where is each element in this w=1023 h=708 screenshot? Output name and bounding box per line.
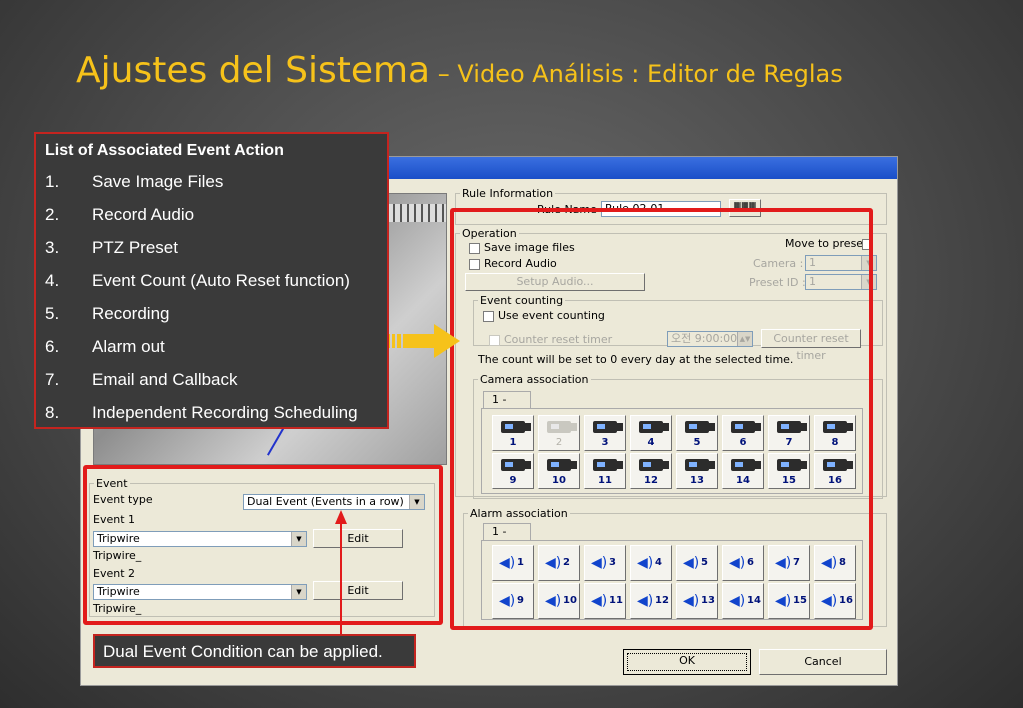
action-list-item-number: 8. bbox=[45, 403, 60, 422]
action-list-item-label: Independent Recording Scheduling bbox=[92, 403, 358, 422]
action-list-item-label: Record Audio bbox=[92, 205, 195, 224]
action-list-item: 2. Record Audio bbox=[45, 205, 194, 225]
action-list-item-number: 4. bbox=[45, 271, 60, 290]
action-list-item-label: PTZ Preset bbox=[92, 238, 178, 257]
dual-event-callout: Dual Event Condition can be applied. bbox=[93, 634, 416, 668]
action-list-item-label: Event Count (Auto Reset function) bbox=[92, 271, 350, 290]
action-list-item-number: 3. bbox=[45, 238, 60, 257]
slide-title-main: Ajustes del Sistema bbox=[76, 50, 431, 91]
slide-title-sub: – Video Análisis : Editor de Reglas bbox=[430, 60, 843, 88]
action-list-item-label: Alarm out bbox=[92, 337, 165, 356]
associated-event-action-list: List of Associated Event Action 1. Save I… bbox=[34, 132, 389, 429]
action-list-heading: List of Associated Event Action bbox=[45, 142, 284, 159]
arrow-right-icon bbox=[388, 324, 460, 358]
video-fence-detail bbox=[386, 204, 446, 222]
cancel-button[interactable]: Cancel bbox=[759, 649, 887, 675]
action-list-item-number: 6. bbox=[45, 337, 60, 356]
action-list-item-label: Recording bbox=[92, 304, 170, 323]
action-list-item: 7. Email and Callback bbox=[45, 370, 238, 390]
action-list-item-number: 2. bbox=[45, 205, 60, 224]
rule-information-legend: Rule Information bbox=[462, 187, 554, 200]
action-list-item: 8. Independent Recording Scheduling bbox=[45, 403, 358, 423]
action-list-item: 4. Event Count (Auto Reset function) bbox=[45, 271, 350, 291]
action-list-item-number: 7. bbox=[45, 370, 60, 389]
action-list-item-number: 5. bbox=[45, 304, 60, 323]
action-list-item: 6. Alarm out bbox=[45, 337, 165, 357]
arrow-up-icon bbox=[335, 510, 347, 638]
highlight-event bbox=[83, 465, 443, 625]
slide-title: Ajustes del Sistema – Video Análisis : E… bbox=[76, 50, 843, 91]
action-list-item: 1. Save Image Files bbox=[45, 172, 223, 192]
action-list-item-number: 1. bbox=[45, 172, 60, 191]
ok-button[interactable]: OK bbox=[623, 649, 751, 675]
highlight-actions bbox=[450, 208, 873, 630]
action-list-item: 5. Recording bbox=[45, 304, 170, 324]
action-list-item-label: Save Image Files bbox=[92, 172, 224, 191]
action-list-item: 3. PTZ Preset bbox=[45, 238, 178, 258]
action-list-item-label: Email and Callback bbox=[92, 370, 238, 389]
